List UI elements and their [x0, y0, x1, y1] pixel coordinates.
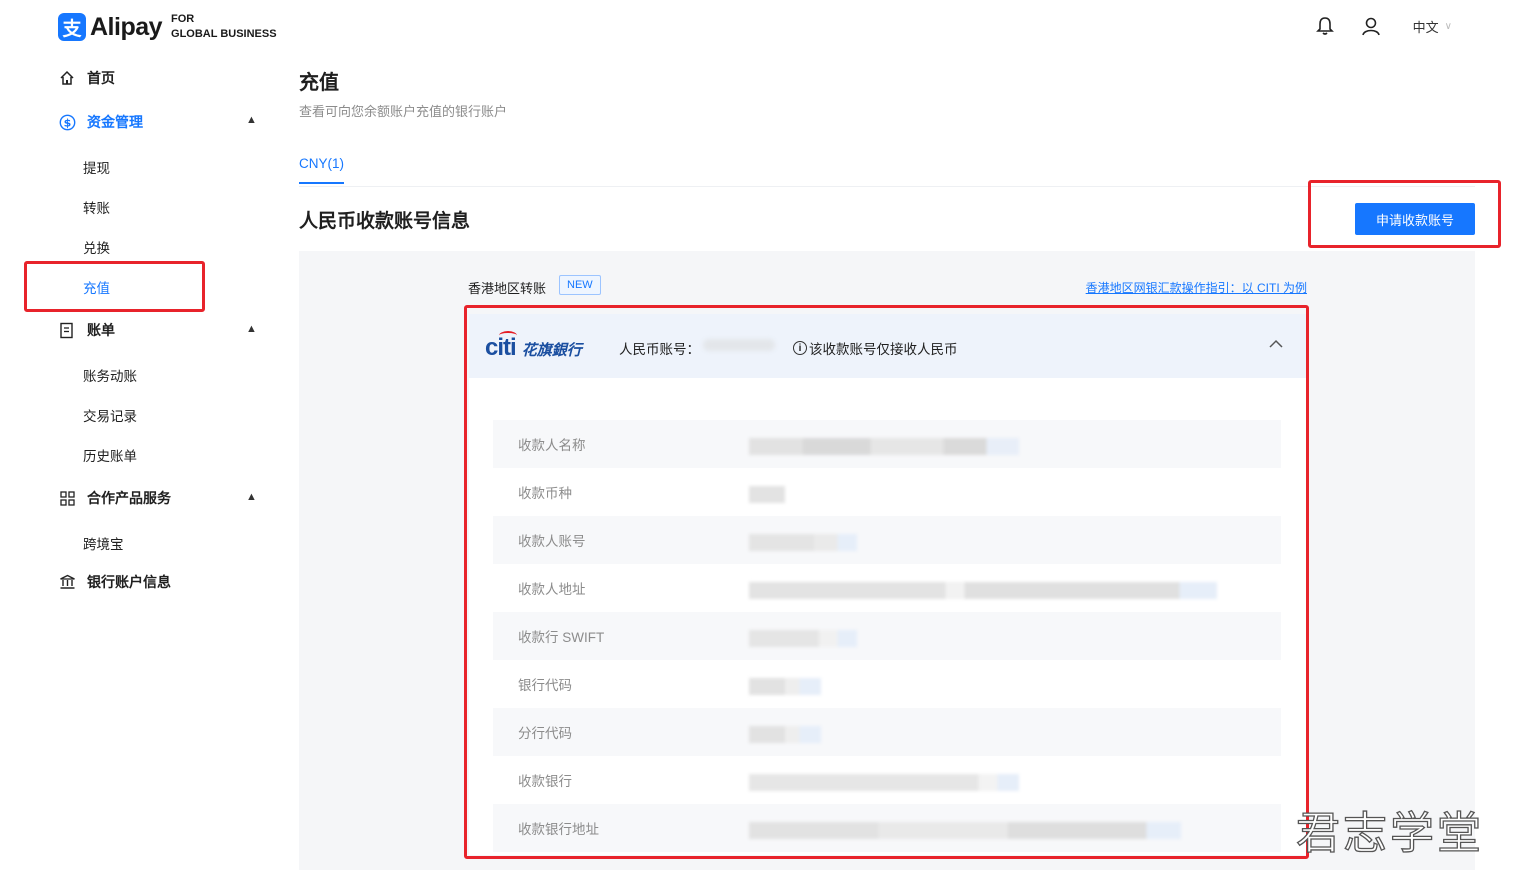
detail-row: 收款银行地址: [493, 804, 1281, 852]
hk-transfer-guide-link[interactable]: 香港地区网银汇款操作指引：以 CITI 为例: [1086, 279, 1307, 296]
alipay-logo-icon: 支: [58, 13, 86, 41]
chevron-up-icon[interactable]: ▲: [246, 491, 257, 503]
redacted-value: [749, 822, 1181, 839]
field-label: 收款人账号: [518, 534, 586, 549]
new-badge: NEW: [559, 275, 601, 295]
chevron-up-icon[interactable]: [1268, 336, 1284, 354]
field-label: 收款行 SWIFT: [518, 630, 605, 645]
detail-row: 分行代码: [493, 708, 1281, 756]
detail-row: 收款银行: [493, 756, 1281, 804]
citibank-logo: citi 花旗銀行: [485, 331, 582, 362]
svg-text:$: $: [63, 116, 71, 129]
redacted-value: [749, 630, 857, 647]
info-icon: i: [793, 341, 807, 355]
redacted-value: [749, 582, 1217, 599]
detail-row: 收款人名称: [493, 420, 1281, 468]
account-number-redacted: [703, 339, 775, 351]
page-description: 查看可向您余额账户充值的银行账户: [299, 104, 508, 119]
bank-account-card: citi 花旗銀行 人民币账号： i 该收款账号仅接收人民币 收款人名称 收款币…: [469, 314, 1306, 855]
sidebar-item-label: 账单: [87, 322, 115, 338]
sidebar-item-home[interactable]: 首页: [58, 68, 115, 88]
hk-transfer-label: 香港地区转账: [468, 281, 547, 296]
account-details: 收款人名称 收款币种 收款人账号 收款人地址 收款行 SWIFT 银行代码 分行…: [493, 420, 1281, 852]
sidebar-item-withdraw[interactable]: 提现: [83, 157, 110, 177]
redacted-value: [749, 438, 1019, 455]
sidebar-item-funds[interactable]: $ 资金管理: [58, 112, 143, 132]
chevron-down-icon: ∨: [1444, 20, 1452, 32]
sidebar-item-history-bills[interactable]: 历史账单: [83, 445, 137, 465]
sidebar-item-partners[interactable]: 合作产品服务: [58, 488, 171, 508]
redacted-value: [749, 534, 857, 551]
account-note: i 该收款账号仅接收人民币: [793, 338, 958, 358]
sidebar-item-bills[interactable]: 账单: [58, 320, 115, 340]
sidebar-item-exchange[interactable]: 兑换: [83, 237, 110, 257]
home-icon: [58, 69, 76, 87]
page-title: 充值: [299, 72, 339, 94]
sidebar-item-label: 合作产品服务: [87, 490, 171, 506]
language-label: 中文: [1412, 19, 1439, 35]
citi-logo-text: citi: [485, 331, 517, 362]
grid-icon: [58, 489, 76, 507]
redacted-value: [749, 726, 821, 743]
field-label: 收款银行: [518, 774, 572, 789]
bank-icon: [58, 573, 76, 591]
account-note-text: 该收款账号仅接收人民币: [809, 342, 958, 357]
field-label: 分行代码: [518, 726, 572, 741]
sidebar-item-transfer[interactable]: 转账: [83, 197, 110, 217]
redacted-value: [749, 774, 1019, 791]
detail-row: 银行代码: [493, 660, 1281, 708]
sidebar-item-label: 银行账户信息: [87, 574, 171, 590]
highlight-box-topup: [24, 261, 205, 312]
bank-card-header[interactable]: citi 花旗銀行 人民币账号： i 该收款账号仅接收人民币: [469, 314, 1306, 378]
field-label: 收款币种: [518, 486, 572, 501]
field-label: 银行代码: [518, 678, 572, 693]
brand-name: Alipay: [90, 12, 163, 41]
watermark: 君志学堂: [1295, 807, 1484, 859]
sidebar-item-label: 首页: [87, 70, 115, 86]
detail-row: 收款人地址: [493, 564, 1281, 612]
redacted-value: [749, 678, 821, 695]
field-label: 收款人名称: [518, 438, 586, 453]
sidebar-item-cross-border[interactable]: 跨境宝: [83, 533, 124, 553]
sidebar-item-label: 资金管理: [87, 114, 143, 130]
bank-name-cn: 花旗銀行: [521, 342, 582, 359]
sidebar-item-ledger[interactable]: 账务动账: [83, 365, 137, 385]
tab-cny[interactable]: CNY(1): [299, 156, 345, 184]
user-icon[interactable]: [1359, 14, 1383, 38]
chevron-up-icon[interactable]: ▲: [246, 114, 257, 126]
language-switcher[interactable]: 中文 ∨: [1413, 17, 1452, 36]
currency-tabs: CNY(1): [299, 150, 1475, 187]
detail-row: 收款人账号: [493, 516, 1281, 564]
chevron-up-icon[interactable]: ▲: [246, 323, 257, 335]
apply-account-button[interactable]: 申请收款账号: [1355, 203, 1475, 235]
sidebar-item-transactions[interactable]: 交易记录: [83, 405, 137, 425]
dollar-circle-icon: $: [58, 113, 76, 131]
bell-icon[interactable]: [1313, 14, 1337, 38]
field-label: 收款人地址: [518, 582, 586, 597]
bill-icon: [58, 321, 76, 339]
brand-subtitle: FOR GLOBAL BUSINESS: [171, 13, 277, 40]
cny-account-label: 人民币账号：: [619, 342, 700, 357]
field-label: 收款银行地址: [518, 822, 599, 837]
alipay-logo[interactable]: 支 Alipay FOR GLOBAL BUSINESS: [58, 12, 277, 42]
detail-row: 收款币种: [493, 468, 1281, 516]
sidebar-item-topup[interactable]: 充值: [83, 277, 110, 297]
detail-row: 收款行 SWIFT: [493, 612, 1281, 660]
sidebar-item-bank-info[interactable]: 银行账户信息: [58, 572, 171, 592]
section-title: 人民币收款账号信息: [299, 211, 471, 232]
topbar-actions: 中文 ∨: [1293, 14, 1452, 38]
redacted-value: [749, 486, 785, 503]
